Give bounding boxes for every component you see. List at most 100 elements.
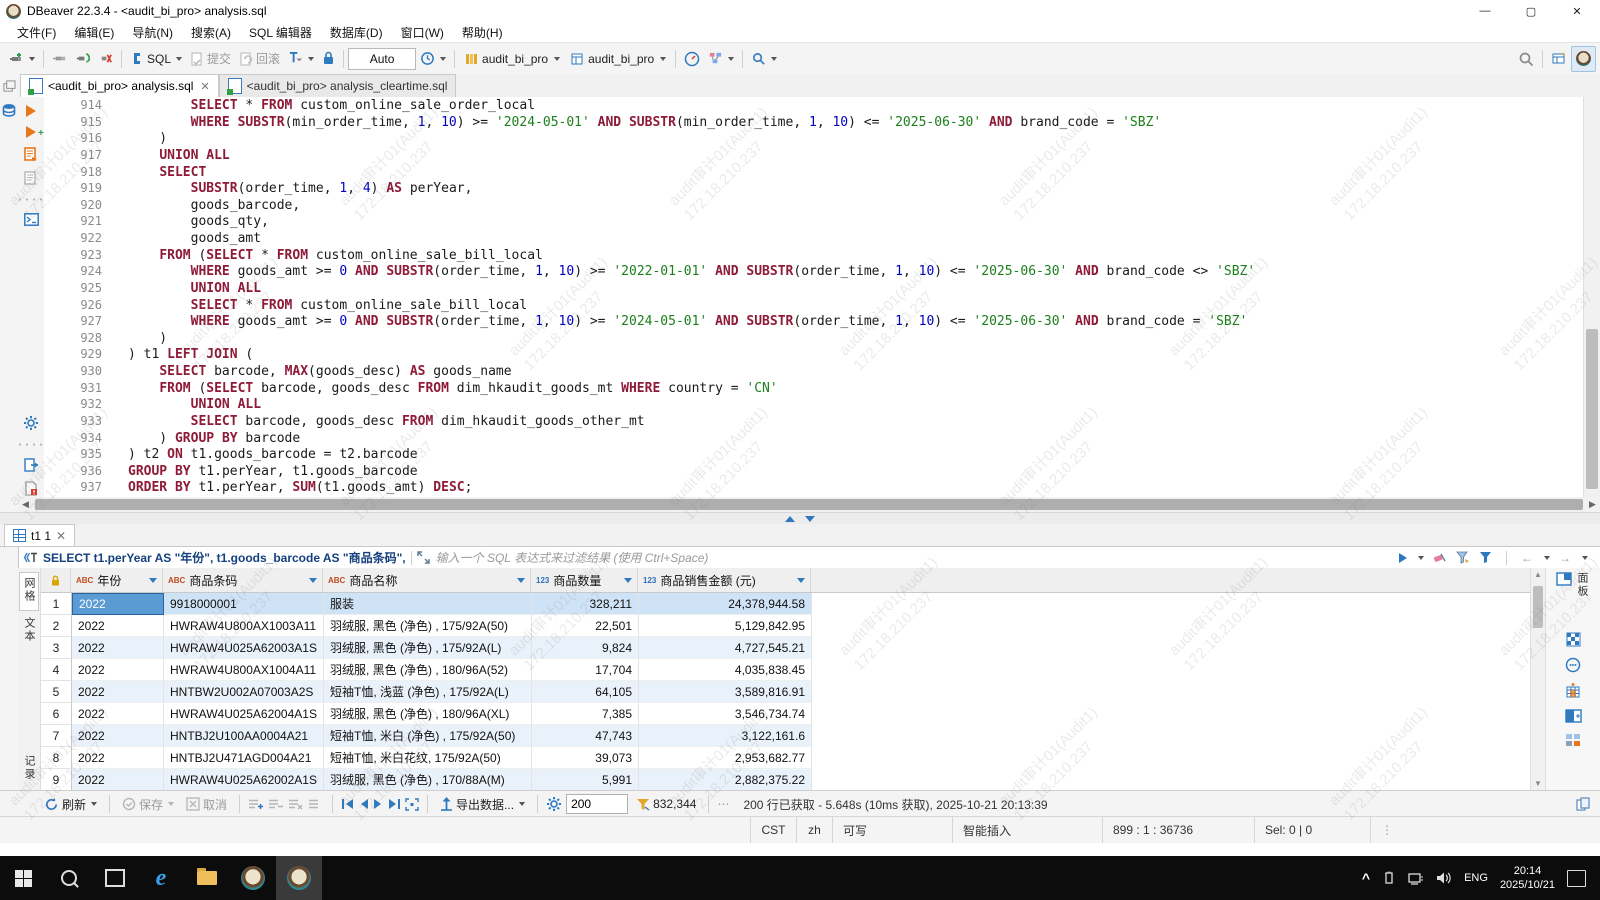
sql-editor-button[interactable]: SQL bbox=[126, 47, 186, 71]
cancel-button[interactable]: 取消 bbox=[182, 792, 231, 816]
cell-r4c2[interactable]: HWRAW4U800AX1004A11 bbox=[164, 659, 324, 681]
scroll-down-arrow[interactable]: ▼ bbox=[1531, 779, 1545, 788]
row-count-button[interactable]: 832,344 bbox=[632, 792, 700, 816]
cell-r8c4[interactable]: 39,073 bbox=[532, 747, 639, 769]
tx-history-button[interactable] bbox=[416, 47, 450, 71]
cell-r6c2[interactable]: HWRAW4U025A62004A1S bbox=[164, 703, 324, 725]
row-number[interactable]: 5 bbox=[41, 681, 72, 703]
editor-vertical-scrollbar[interactable] bbox=[1583, 97, 1600, 497]
cell-r9c3[interactable]: 羽绒服, 黑色 (净色) , 170/88A(M) bbox=[324, 769, 532, 790]
menu-item-0[interactable]: 文件(F) bbox=[8, 22, 65, 43]
scroll-up-arrow[interactable]: ▲ bbox=[1531, 570, 1545, 579]
cell-r2c2[interactable]: HWRAW4U800AX1003A11 bbox=[164, 615, 324, 637]
start-button[interactable] bbox=[0, 856, 46, 900]
cell-r8c2[interactable]: HNTBJ2U471AGD004A21 bbox=[164, 747, 324, 769]
row-number[interactable]: 2 bbox=[41, 615, 72, 637]
minimize-button[interactable]: — bbox=[1462, 0, 1508, 22]
export-data-button[interactable]: 导出数据... bbox=[436, 792, 529, 816]
menu-item-3[interactable]: 搜索(A) bbox=[182, 22, 240, 43]
cell-r9c2[interactable]: HWRAW4U025A62002A1S bbox=[164, 769, 324, 790]
edit-filter-icon[interactable] bbox=[1456, 551, 1470, 564]
commit-button[interactable]: 提交 bbox=[186, 47, 235, 71]
transaction-log-button[interactable] bbox=[284, 47, 318, 71]
reconnect-button[interactable] bbox=[71, 47, 94, 71]
delete-row-icon[interactable] bbox=[288, 798, 304, 811]
close-icon[interactable]: ✕ bbox=[56, 529, 66, 543]
disconnect-button[interactable] bbox=[94, 47, 117, 71]
editor-tab-1[interactable]: <audit_bi_pro> analysis_cleartime.sql bbox=[218, 74, 457, 97]
sql-code-editor[interactable]: 914 SELECT * FROM custom_online_sale_ord… bbox=[44, 97, 1584, 497]
cell-r5c3[interactable]: 短袖T恤, 浅蓝 (净色) , 175/92A(L) bbox=[324, 681, 532, 703]
cell-r7c3[interactable]: 短袖T恤, 米白 (净色) , 175/92A(50) bbox=[324, 725, 532, 747]
add-row-icon[interactable] bbox=[248, 798, 264, 811]
execute-new-tab-button[interactable]: + bbox=[26, 126, 44, 139]
filters-menu-icon[interactable] bbox=[1479, 551, 1492, 564]
minimize-results-icon[interactable] bbox=[805, 516, 815, 522]
scrollbar-thumb[interactable] bbox=[35, 499, 1583, 510]
column-filter-icon[interactable] bbox=[149, 577, 157, 583]
cell-r8c1[interactable]: 2022 bbox=[72, 747, 164, 769]
apply-filter-button[interactable] bbox=[1399, 552, 1407, 563]
record-mode-button[interactable]: 记录 bbox=[21, 755, 37, 784]
filter-input[interactable]: 输入一个 SQL 表达式来过滤结果 (使用 Ctrl+Space) bbox=[436, 549, 709, 566]
execute-script-icon[interactable] bbox=[24, 147, 38, 162]
cell-r3c1[interactable]: 2022 bbox=[72, 637, 164, 659]
maximize-button[interactable]: ▢ bbox=[1508, 0, 1554, 22]
editor-horizontal-scrollbar[interactable]: ◀ ▶ bbox=[18, 497, 1600, 512]
cell-r3c5[interactable]: 4,727,545.21 bbox=[639, 637, 812, 659]
view-tab-0[interactable]: 网格 bbox=[19, 572, 39, 611]
row-number[interactable]: 8 bbox=[41, 747, 72, 769]
previous-page-icon[interactable] bbox=[359, 798, 369, 810]
lock-button[interactable] bbox=[318, 47, 339, 71]
duplicate-row-icon[interactable] bbox=[268, 798, 284, 811]
results-vertical-scrollbar[interactable]: ▲ ▼ bbox=[1530, 568, 1545, 790]
tx-mode-select[interactable]: Auto bbox=[348, 47, 417, 70]
cell-r1c2[interactable]: 9918000001 bbox=[164, 593, 324, 615]
results-tab[interactable]: t1 1 ✕ bbox=[4, 524, 76, 546]
column-header-4[interactable]: 123 商品销售金额 (元) bbox=[638, 568, 811, 592]
row-number[interactable]: 1 bbox=[41, 593, 72, 615]
quick-search-button[interactable] bbox=[1514, 47, 1538, 71]
column-filter-icon[interactable] bbox=[309, 577, 317, 583]
column-filter-icon[interactable] bbox=[797, 577, 805, 583]
row-number[interactable]: 3 bbox=[41, 637, 72, 659]
cell-r2c1[interactable]: 2022 bbox=[72, 615, 164, 637]
connect-button[interactable] bbox=[48, 47, 71, 71]
menu-item-2[interactable]: 导航(N) bbox=[123, 22, 182, 43]
scroll-left-arrow[interactable]: ◀ bbox=[18, 499, 33, 510]
cell-r7c2[interactable]: HNTBJ2U100AA0004A21 bbox=[164, 725, 324, 747]
network-tray-icon[interactable] bbox=[1408, 872, 1424, 885]
cell-r3c2[interactable]: HWRAW4U025A62003A1S bbox=[164, 637, 324, 659]
input-language-indicator[interactable]: ENG bbox=[1464, 872, 1488, 884]
row-number[interactable]: 4 bbox=[41, 659, 72, 681]
taskbar-search-button[interactable] bbox=[46, 856, 92, 900]
menu-item-5[interactable]: 数据库(D) bbox=[321, 22, 392, 43]
column-header-1[interactable]: ABC 商品条码 bbox=[163, 568, 323, 592]
export-result-icon[interactable] bbox=[23, 458, 39, 472]
refresh-button[interactable]: 刷新 bbox=[40, 792, 101, 816]
metadata-icon[interactable] bbox=[1565, 657, 1581, 673]
open-perspective-button[interactable] bbox=[1547, 47, 1571, 71]
cell-r7c5[interactable]: 3,122,161.6 bbox=[639, 725, 812, 747]
maximize-results-icon[interactable] bbox=[785, 516, 795, 522]
cell-r1c4[interactable]: 328,211 bbox=[532, 593, 639, 615]
cell-r9c4[interactable]: 5,991 bbox=[532, 769, 639, 790]
cell-r6c1[interactable]: 2022 bbox=[72, 703, 164, 725]
row-number[interactable]: 6 bbox=[41, 703, 72, 725]
dbeaver-perspective-button[interactable] bbox=[1571, 45, 1596, 72]
cell-r5c1[interactable]: 2022 bbox=[72, 681, 164, 703]
cell-r6c4[interactable]: 7,385 bbox=[532, 703, 639, 725]
cell-r2c5[interactable]: 5,129,842.95 bbox=[639, 615, 812, 637]
panel-icon[interactable] bbox=[1556, 572, 1572, 586]
internet-explorer-button[interactable]: e bbox=[138, 856, 184, 900]
cell-r4c4[interactable]: 17,704 bbox=[532, 659, 639, 681]
calc-panel-icon[interactable] bbox=[1565, 733, 1582, 747]
last-page-icon[interactable] bbox=[387, 798, 401, 810]
panel-layout-icon[interactable] bbox=[1564, 709, 1582, 723]
editor-tab-0[interactable]: <audit_bi_pro> analysis.sql ✕ bbox=[20, 74, 219, 97]
column-header-3[interactable]: 123 商品数量 bbox=[531, 568, 638, 592]
tray-chevron-up-icon[interactable]: ^ bbox=[1362, 870, 1370, 886]
save-button[interactable]: 保存 bbox=[118, 792, 178, 816]
cell-r6c5[interactable]: 3,546,734.74 bbox=[639, 703, 812, 725]
cell-r9c1[interactable]: 2022 bbox=[72, 769, 164, 790]
